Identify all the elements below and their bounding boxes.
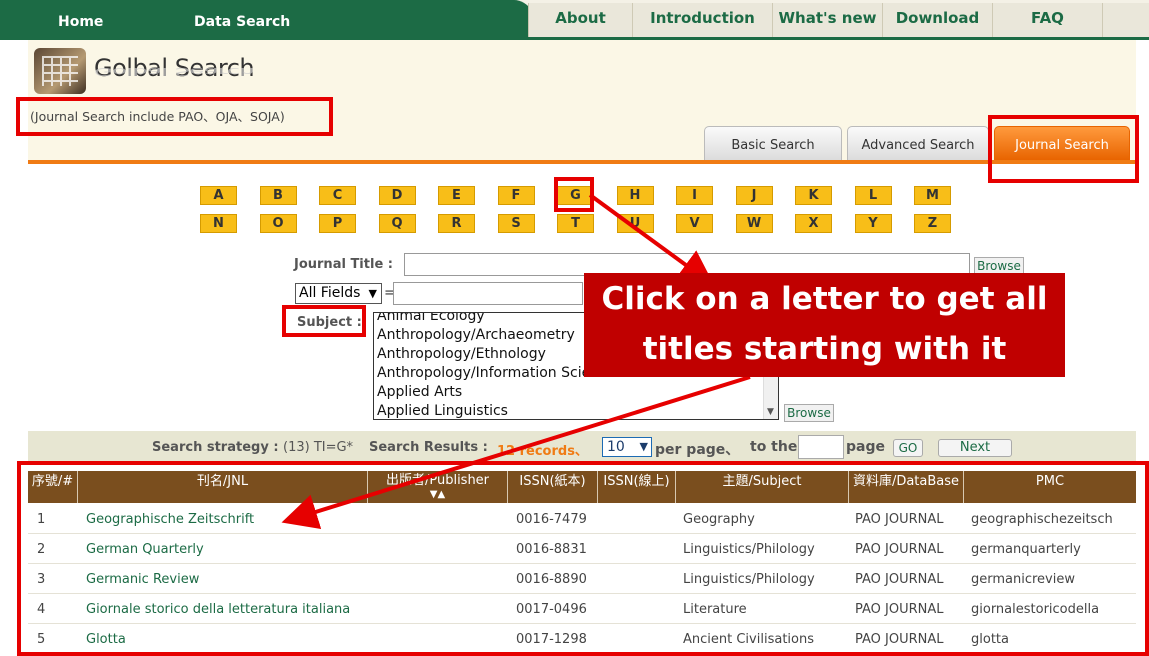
arrow-to-results	[281, 375, 751, 530]
tutorial-callout: Click on a letter to get all titles star…	[584, 273, 1065, 377]
page: Home Data Search About HUSO Introduction…	[0, 0, 1149, 656]
callout-line-1: Click on a letter to get all	[601, 281, 1048, 317]
arrow-to-callout	[588, 193, 715, 287]
callout-line-2: titles starting with it	[642, 331, 1007, 367]
